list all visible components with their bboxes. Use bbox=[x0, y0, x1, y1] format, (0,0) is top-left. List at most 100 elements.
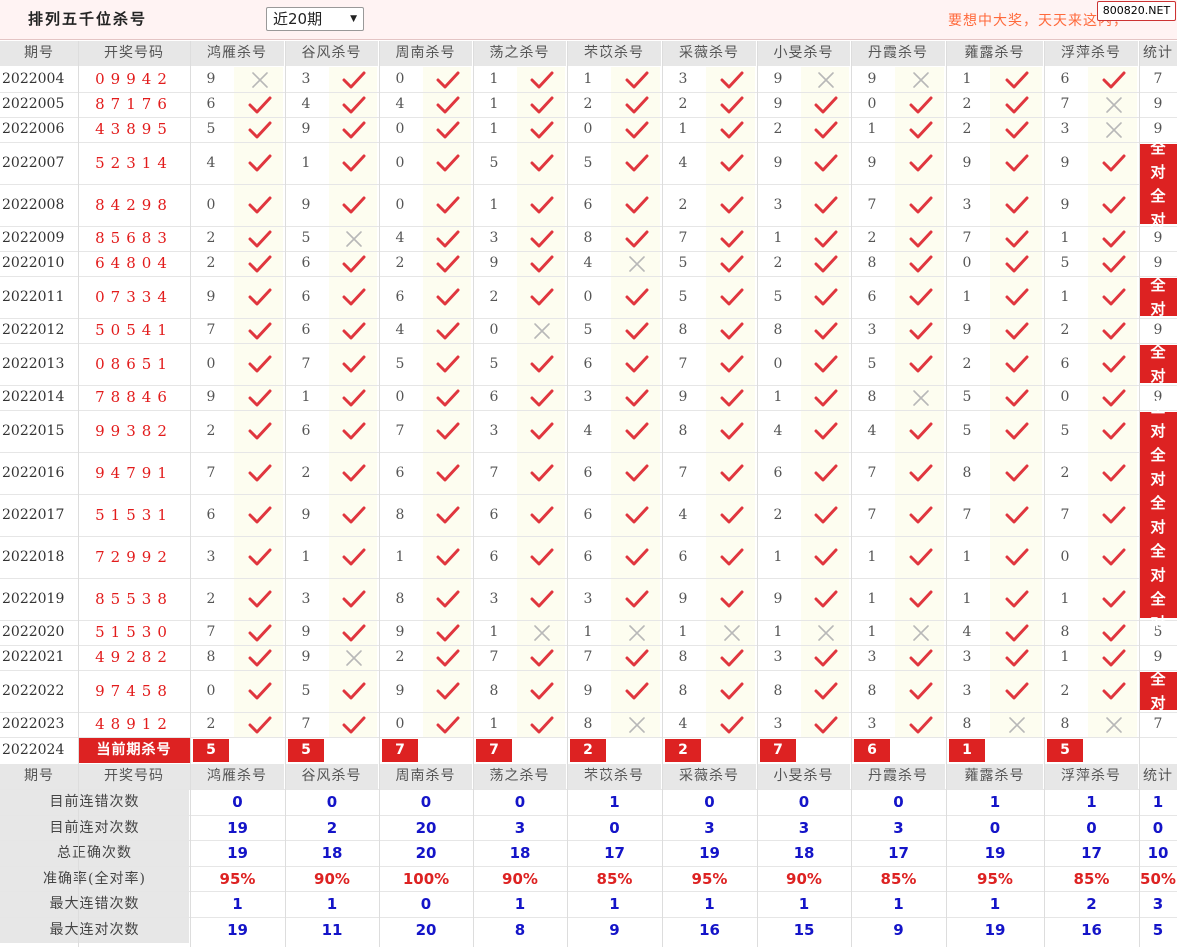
kill-number: 9 bbox=[489, 255, 499, 271]
bottom-header-expert[interactable]: 蕹露杀号 bbox=[946, 764, 1043, 789]
kill-number: 1 bbox=[678, 121, 688, 137]
top-header-expert[interactable]: 芣苡杀号 bbox=[567, 41, 661, 66]
summary-value: 50% bbox=[1140, 869, 1176, 888]
current-kill-number: 2 bbox=[570, 739, 606, 762]
check-icon bbox=[994, 251, 1040, 276]
cross-icon bbox=[899, 385, 942, 410]
kill-number: 3 bbox=[583, 389, 593, 405]
current-kill-number: 7 bbox=[382, 739, 418, 762]
kill-number: 8 bbox=[583, 230, 593, 246]
top-header-stat: 统计 bbox=[1139, 41, 1177, 66]
kill-number: 2 bbox=[1060, 683, 1070, 699]
summary-value: 9 bbox=[609, 920, 620, 939]
check-icon bbox=[710, 670, 753, 712]
kill-number: 7 bbox=[678, 230, 688, 246]
top-header-expert[interactable]: 蕹露杀号 bbox=[946, 41, 1043, 66]
bottom-header-expert[interactable]: 丹霞杀号 bbox=[851, 764, 945, 789]
check-icon bbox=[333, 251, 375, 276]
kill-number: 0 bbox=[583, 121, 593, 137]
kill-number: 0 bbox=[395, 155, 405, 171]
top-header-expert[interactable]: 采薇杀号 bbox=[662, 41, 756, 66]
current-kill-number: 7 bbox=[476, 739, 512, 762]
all-right-text: 对 bbox=[1150, 211, 1166, 229]
kill-number: 8 bbox=[395, 507, 405, 523]
summary-value: 18 bbox=[509, 844, 531, 862]
kill-number: 2 bbox=[867, 230, 877, 246]
site-badge[interactable]: 800820.NET bbox=[1097, 1, 1176, 21]
period-cell: 2022012 bbox=[2, 322, 65, 338]
check-icon bbox=[427, 318, 469, 343]
kill-number: 8 bbox=[962, 716, 972, 732]
kill-number: 9 bbox=[301, 624, 311, 640]
period-cell: 2022015 bbox=[2, 423, 65, 439]
draw-numbers: 85683 bbox=[95, 229, 173, 247]
summary-value: 20 bbox=[415, 920, 437, 939]
top-header-expert[interactable]: 荡之杀号 bbox=[473, 41, 566, 66]
check-icon bbox=[710, 67, 753, 92]
bottom-header-expert[interactable]: 谷风杀号 bbox=[285, 764, 378, 789]
draw-numbers: 97458 bbox=[95, 682, 173, 700]
kill-number: 9 bbox=[867, 155, 877, 171]
cross-icon bbox=[238, 67, 281, 92]
check-icon bbox=[238, 276, 281, 318]
kill-number: 1 bbox=[773, 549, 783, 565]
bottom-header-expert[interactable]: 浮萍杀号 bbox=[1044, 764, 1138, 789]
draw-numbers: 49282 bbox=[95, 648, 173, 666]
current-kill-number: 5 bbox=[1047, 739, 1083, 762]
bottom-header-expert[interactable]: 芣苡杀号 bbox=[567, 764, 661, 789]
kill-number: 3 bbox=[773, 716, 783, 732]
summary-value: 20 bbox=[415, 818, 437, 837]
top-header-expert[interactable]: 鸿雁杀号 bbox=[190, 41, 284, 66]
check-icon bbox=[994, 385, 1040, 410]
kill-number: 9 bbox=[301, 507, 311, 523]
check-icon bbox=[427, 410, 469, 452]
all-right-text: 全 bbox=[1150, 670, 1166, 688]
column-divider bbox=[567, 41, 568, 947]
check-icon bbox=[427, 385, 469, 410]
cross-icon bbox=[899, 67, 942, 92]
check-icon bbox=[238, 536, 281, 578]
check-icon bbox=[615, 385, 658, 410]
bottom-header-expert[interactable]: 周南杀号 bbox=[379, 764, 472, 789]
top-header-expert[interactable]: 小旻杀号 bbox=[757, 41, 850, 66]
all-right-text: 全 bbox=[1150, 343, 1166, 361]
kill-number: 4 bbox=[583, 423, 593, 439]
kill-number: 7 bbox=[962, 507, 972, 523]
period-cell: 2022005 bbox=[2, 96, 65, 112]
top-header-expert[interactable]: 谷风杀号 bbox=[285, 41, 378, 66]
kill-number: 1 bbox=[773, 389, 783, 405]
bottom-header-expert[interactable]: 采薇杀号 bbox=[662, 764, 756, 789]
kill-number: 5 bbox=[301, 683, 311, 699]
top-header-expert[interactable]: 丹霞杀号 bbox=[851, 41, 945, 66]
check-icon bbox=[238, 251, 281, 276]
period-cell: 2022010 bbox=[2, 255, 65, 271]
kill-number: 3 bbox=[301, 591, 311, 607]
summary-value: 2 bbox=[326, 818, 338, 837]
check-icon bbox=[333, 712, 375, 737]
all-right-text: 全 bbox=[1150, 139, 1166, 157]
check-icon bbox=[1092, 184, 1135, 226]
kill-number: 2 bbox=[206, 591, 216, 607]
summary-value: 3 bbox=[798, 818, 810, 837]
kill-number: 1 bbox=[962, 549, 972, 565]
check-icon bbox=[899, 343, 942, 385]
kill-number: 8 bbox=[678, 649, 688, 665]
kill-number: 6 bbox=[489, 389, 499, 405]
check-icon bbox=[899, 578, 942, 620]
kill-number: 8 bbox=[583, 716, 593, 732]
check-icon bbox=[427, 494, 469, 536]
check-icon bbox=[899, 117, 942, 142]
check-icon bbox=[710, 410, 753, 452]
check-icon bbox=[994, 276, 1040, 318]
bottom-header-expert[interactable]: 荡之杀号 bbox=[473, 764, 566, 789]
bottom-header-expert[interactable]: 鸿雁杀号 bbox=[190, 764, 284, 789]
range-select[interactable]: 近20期 ▼ bbox=[266, 7, 364, 31]
check-icon bbox=[615, 92, 658, 117]
check-icon bbox=[238, 226, 281, 251]
kill-number: 6 bbox=[206, 507, 216, 523]
bottom-header-expert[interactable]: 小旻杀号 bbox=[757, 764, 850, 789]
top-header-expert[interactable]: 浮萍杀号 bbox=[1044, 41, 1138, 66]
top-header-expert[interactable]: 周南杀号 bbox=[379, 41, 472, 66]
check-icon bbox=[1092, 536, 1135, 578]
summary-value: 90% bbox=[786, 869, 822, 888]
